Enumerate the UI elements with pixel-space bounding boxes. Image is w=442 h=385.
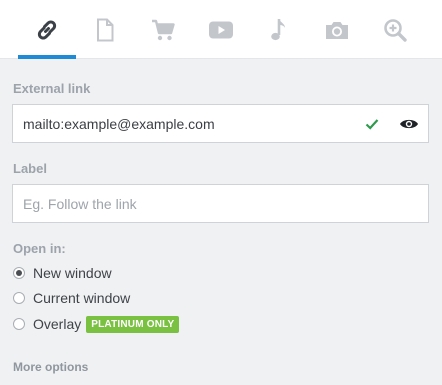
zoom-in-icon: [384, 19, 407, 42]
tab-audio[interactable]: [250, 8, 308, 52]
radio-label: New window: [33, 265, 112, 281]
external-link-input[interactable]: [13, 105, 389, 142]
label-input[interactable]: [13, 185, 428, 222]
radio-overlay[interactable]: Overlay PLATINUM ONLY: [13, 315, 180, 333]
external-link-field[interactable]: [12, 104, 390, 143]
music-note-icon: [271, 19, 285, 41]
external-link-label: External link: [13, 81, 91, 96]
label-field[interactable]: [12, 184, 429, 223]
link-icon: [37, 20, 57, 40]
radio-label: Current window: [33, 290, 131, 306]
radio-current-window[interactable]: Current window: [13, 289, 130, 307]
radio-button[interactable]: [13, 318, 25, 330]
tab-shop[interactable]: [134, 8, 192, 52]
link-type-tabbar: [0, 0, 442, 59]
youtube-icon: [209, 21, 233, 39]
tab-link[interactable]: [18, 8, 76, 52]
tab-zoom[interactable]: [366, 8, 424, 52]
more-options-link[interactable]: More options: [13, 360, 88, 374]
active-tab-indicator: [18, 55, 76, 59]
platinum-only-badge: PLATINUM ONLY: [86, 315, 180, 333]
camera-icon: [326, 22, 348, 39]
checkmark-icon: [365, 119, 379, 130]
cart-icon: [152, 19, 175, 41]
open-in-label: Open in:: [13, 241, 66, 256]
document-icon: [97, 18, 114, 42]
tab-document[interactable]: [76, 8, 134, 52]
radio-new-window[interactable]: New window: [13, 264, 112, 282]
radio-button-selected[interactable]: [13, 267, 25, 279]
eye-icon: [399, 119, 418, 128]
label-field-label: Label: [13, 161, 47, 176]
preview-link-button[interactable]: [389, 104, 429, 143]
radio-button[interactable]: [13, 292, 25, 304]
radio-label: Overlay: [33, 316, 82, 332]
tab-photo[interactable]: [308, 8, 366, 52]
tab-video[interactable]: [192, 8, 250, 52]
